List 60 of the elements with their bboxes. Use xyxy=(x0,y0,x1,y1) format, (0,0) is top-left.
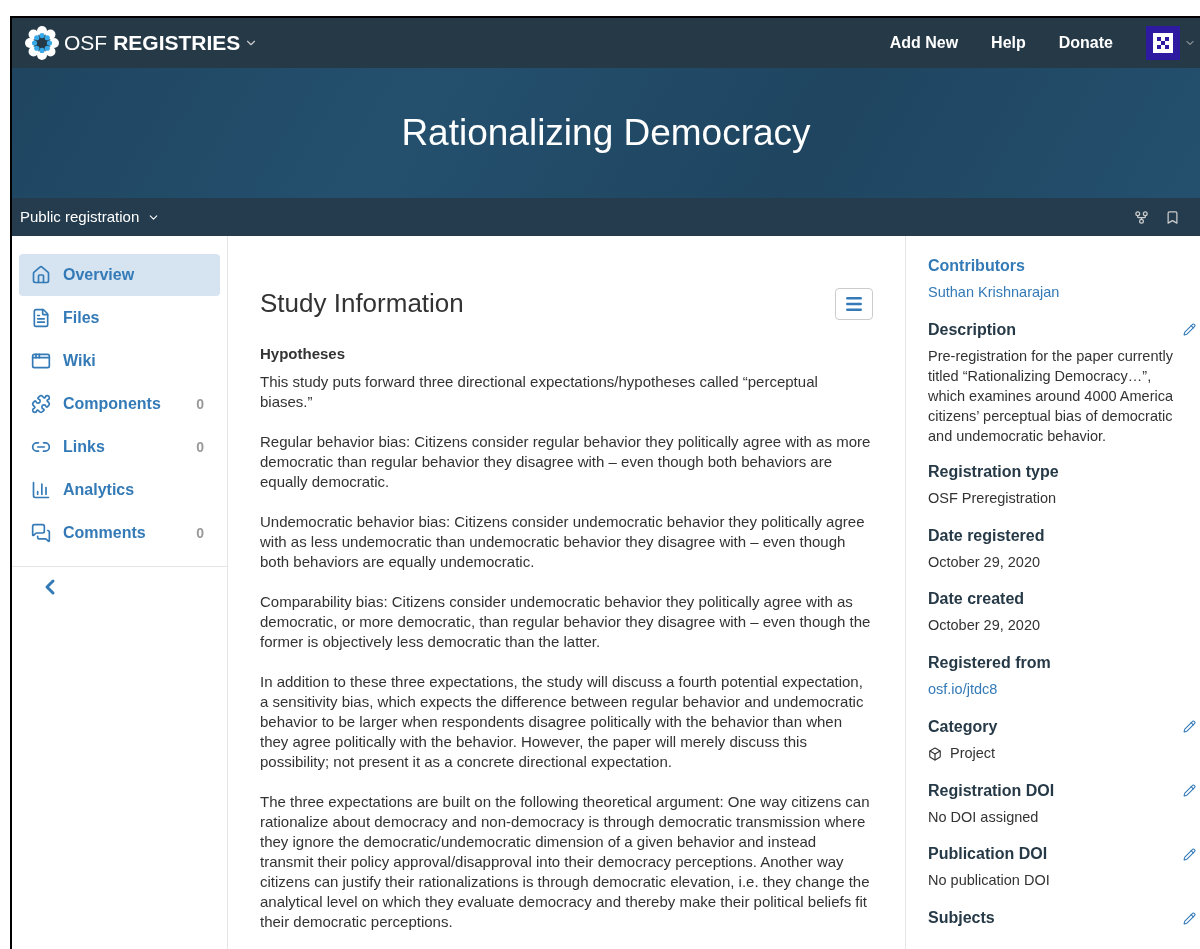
detail-heading: Registration type xyxy=(928,461,1059,482)
sidebar-item[interactable]: Comments 0 xyxy=(19,512,220,554)
brand-menu[interactable]: OSF REGISTRIES xyxy=(64,27,259,59)
avatar-icon[interactable] xyxy=(1146,26,1180,60)
sidebar-item[interactable]: Links 0 xyxy=(19,426,220,468)
bar-chart-icon xyxy=(31,480,51,500)
answer-paragraph: The three expectations are built on the following theoretical argument: One way citizens can rationalize about democracy and non-democracy is through democratic transmission where they ignore the democratic/undemocratic dimension of a given behavior and instead transmit their policy approval/disapproval into their democracy perceptions. Another way citizens can justify their rationalizations is through democratic elevation, i.e. they change the analytical level on which they evaluate democracy and thereby make their political beliefs fit their democratic perceptions. xyxy=(260,791,871,932)
answer-paragraph: Regular behavior bias: Citizens consider regular behavior they politically agree with as more democratic than regular behavior they disagree with – even though both behaviors are equally democratic. xyxy=(260,431,872,492)
sidebar-item[interactable]: Analytics xyxy=(19,469,220,511)
detail-text: October 29, 2020 xyxy=(928,552,1042,572)
detail-text: October 29, 2020 xyxy=(928,616,1042,636)
registration-dropdown[interactable]: Public registration xyxy=(20,205,161,229)
cube-icon xyxy=(928,746,942,761)
answer-paragraph: Undemocratic behavior bias: Citizens consider undemocratic behavior they politically agree with as less undemocratic than undemocratic behavior they disagree with – even though both behaviors are equally undemocratic. xyxy=(260,511,866,572)
puzzle-icon xyxy=(31,394,51,414)
edit-icon[interactable] xyxy=(1183,847,1196,861)
detail-heading: Description xyxy=(928,319,1016,340)
detail-heading: Date created xyxy=(928,589,1025,610)
detail-heading: Subjects xyxy=(928,908,995,928)
sidebar-item[interactable]: Components 0 xyxy=(19,383,220,425)
logo-icon xyxy=(24,25,60,61)
detail-heading: Publication DOI xyxy=(928,844,1048,865)
detail-link[interactable]: Suthan Krishnarajan xyxy=(928,282,1196,304)
window-icon xyxy=(31,351,51,371)
sidebar-item[interactable]: Wiki xyxy=(19,340,220,382)
detail-link[interactable]: osf.io/jtdc8 xyxy=(928,679,1196,701)
chat-bubbles-icon xyxy=(31,523,51,543)
edit-icon[interactable] xyxy=(1183,720,1196,734)
item-count: 0 xyxy=(196,523,205,543)
item-count: 0 xyxy=(196,437,205,457)
answer-paragraph: This study puts forward three directional expectations/hypotheses called “perceptual biases.” xyxy=(260,371,819,412)
detail-text: Project xyxy=(950,743,996,763)
detail-heading: Registered from xyxy=(928,653,1051,673)
edit-icon[interactable] xyxy=(1183,911,1196,925)
sidebar-item[interactable]: Files xyxy=(19,297,220,339)
bookmark-icon[interactable] xyxy=(1165,209,1180,225)
detail-text: No publication DOI xyxy=(928,871,1051,891)
fork-icon[interactable] xyxy=(1134,209,1149,225)
detail-heading: Registration DOI xyxy=(928,780,1055,801)
section-title: Study Information xyxy=(260,287,464,320)
nav-link[interactable]: Donate xyxy=(1058,31,1113,55)
answer-paragraph: In addition to these three expectations, the study will discuss a fourth potential expectation, a sensitivity bias, which expects the difference between regular behavior and undemocratic behavior to be larger when respondents disagree politically with the behavior than when they agree politically with the behavior. However, the paper will merely discuss this possibility; not present it as a concrete directional expectation. xyxy=(260,671,865,772)
nav-link[interactable]: Add New xyxy=(889,31,959,55)
home-icon xyxy=(31,265,51,285)
detail-heading: Category xyxy=(928,716,998,737)
sidebar-item[interactable]: Overview xyxy=(19,254,220,296)
nav-link[interactable]: Help xyxy=(991,31,1026,55)
edit-icon[interactable] xyxy=(1183,784,1196,797)
page-title: Rationalizing Democracy xyxy=(401,111,811,156)
file-icon xyxy=(31,308,51,328)
menu-button[interactable] xyxy=(835,287,873,320)
detail-text: OSF Preregistration xyxy=(928,488,1058,508)
edit-icon[interactable] xyxy=(1183,323,1196,337)
detail-heading: Date registered xyxy=(928,525,1045,546)
answer-paragraph: Comparability bias: Citizens consider undemocratic behavior they politically agree with as democratic, or more democratic, than regular behavior they disagree with – even though the former is objectively less democratic than the latter. xyxy=(260,591,872,652)
question-label: Hypotheses xyxy=(260,344,347,364)
detail-text: No DOI assigned xyxy=(928,807,1040,827)
item-count: 0 xyxy=(196,394,205,414)
detail-text: Pre-registration for the paper currently titled “Rationalizing Democracy…”, which examines around 4000 America citizens’ perceptual bias of democratic and undemocratic behavior. xyxy=(928,346,1175,446)
detail-heading: Contributors xyxy=(928,256,1025,276)
